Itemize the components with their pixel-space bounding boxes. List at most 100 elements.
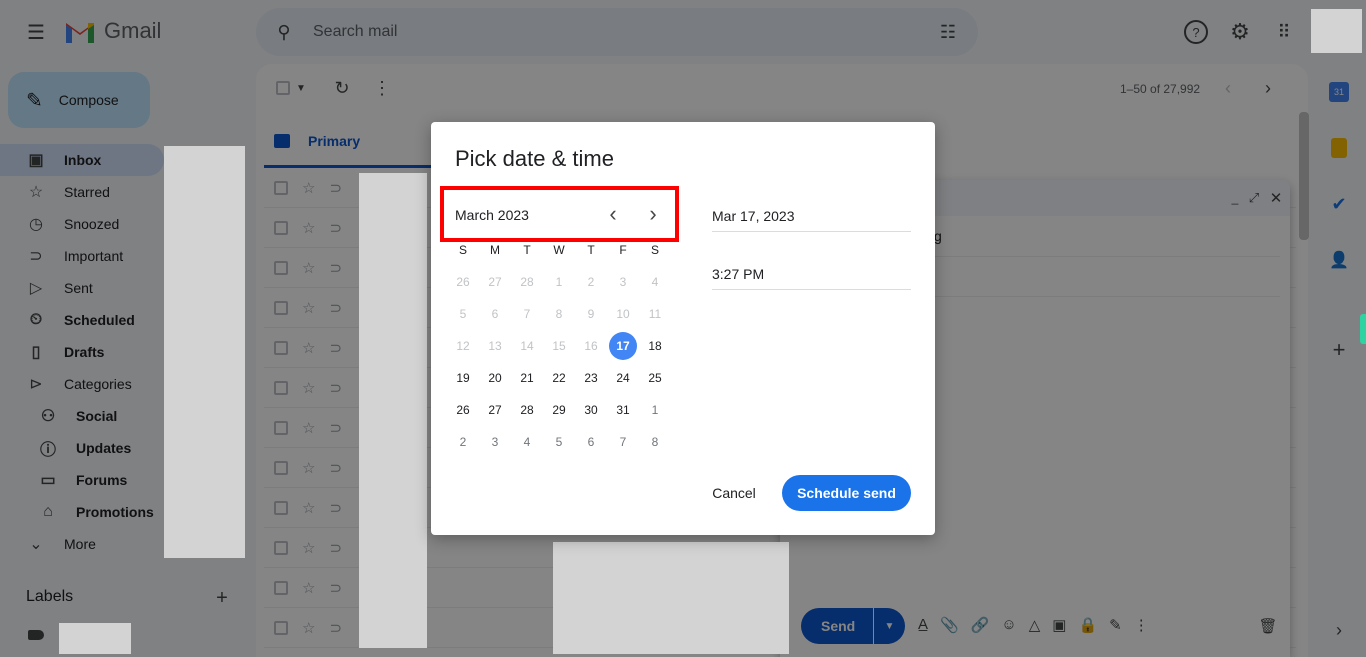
row-checkbox[interactable] (274, 380, 288, 395)
row-checkbox[interactable] (274, 300, 288, 315)
next-month-button[interactable]: › (641, 201, 665, 226)
row-checkbox[interactable] (274, 500, 288, 515)
drive-icon[interactable]: △ (1029, 616, 1041, 634)
signature-icon[interactable]: ✎ (1109, 616, 1122, 634)
sidebar-item-scheduled[interactable]: ⏲ Scheduled (0, 304, 164, 336)
calendar-day[interactable]: 2 (447, 426, 479, 458)
more-compose-options-icon[interactable]: ⋮ (1134, 616, 1149, 634)
sidebar-item-forums[interactable]: ▭ Forums (0, 464, 164, 496)
star-icon[interactable]: ☆ (302, 539, 315, 557)
confidential-icon[interactable]: 🔒 (1078, 616, 1097, 634)
scrollbar[interactable] (1299, 112, 1309, 240)
star-icon[interactable]: ☆ (302, 459, 315, 477)
calendar-day[interactable]: 25 (639, 362, 671, 394)
star-icon[interactable]: ☆ (302, 379, 315, 397)
row-checkbox[interactable] (274, 220, 288, 235)
select-all-checkbox[interactable] (276, 81, 290, 95)
tab-primary[interactable]: Primary (264, 116, 432, 168)
row-checkbox[interactable] (274, 420, 288, 435)
important-marker-icon[interactable]: ⊃ (329, 459, 342, 477)
sidebar-item-important[interactable]: ⊃ Important (0, 240, 164, 272)
send-button[interactable]: Send ▼ (801, 608, 905, 644)
older-page-icon[interactable]: › (1258, 78, 1278, 98)
calendar-day[interactable]: 31 (607, 394, 639, 426)
star-icon[interactable]: ☆ (302, 299, 315, 317)
search-options-icon[interactable]: ☷ (936, 20, 960, 44)
emoji-icon[interactable]: ☺ (1001, 616, 1016, 634)
text-format-icon[interactable]: A̲ (918, 616, 928, 634)
important-marker-icon[interactable]: ⊃ (329, 179, 342, 197)
selected-day[interactable]: 17 (609, 332, 637, 360)
sidebar-item-snoozed[interactable]: ◷ Snoozed (0, 208, 164, 240)
sidebar-item-categories[interactable]: ⊳ Categories (0, 368, 164, 400)
date-input[interactable]: Mar 17, 2023 (712, 208, 911, 232)
important-marker-icon[interactable]: ⊃ (329, 259, 342, 277)
main-menu-icon[interactable]: ☰ (20, 16, 52, 48)
calendar-day[interactable]: 22 (543, 362, 575, 394)
close-icon[interactable]: ✕ (1268, 190, 1284, 207)
sidebar-item-promotions[interactable]: ⌂ Promotions (0, 496, 164, 528)
sidebar-item-more[interactable]: ⌄ More (0, 528, 164, 560)
important-marker-icon[interactable]: ⊃ (329, 339, 342, 357)
calendar-day[interactable]: 5 (543, 426, 575, 458)
calendar-day[interactable]: 29 (543, 394, 575, 426)
important-marker-icon[interactable]: ⊃ (329, 419, 342, 437)
calendar-day[interactable]: 8 (639, 426, 671, 458)
calendar-day[interactable]: 20 (479, 362, 511, 394)
important-marker-icon[interactable]: ⊃ (329, 379, 342, 397)
star-icon[interactable]: ☆ (302, 619, 315, 637)
calendar-day[interactable]: 28 (511, 394, 543, 426)
calendar-day[interactable]: 3 (479, 426, 511, 458)
calendar-day[interactable]: 18 (639, 330, 671, 362)
show-side-panel-icon[interactable]: › (1327, 618, 1351, 642)
calendar-day[interactable]: 7 (607, 426, 639, 458)
calendar-day[interactable]: 23 (575, 362, 607, 394)
refresh-icon[interactable]: ↻ (332, 78, 352, 98)
search-icon[interactable]: ⚲ (272, 20, 296, 44)
sidebar-item-inbox[interactable]: ▣ Inbox (0, 144, 164, 176)
sidebar-item-drafts[interactable]: ▯ Drafts (0, 336, 164, 368)
add-label-icon[interactable]: + (210, 586, 234, 610)
contacts-icon[interactable]: 👤 (1329, 250, 1349, 270)
attach-icon[interactable]: 📎 (940, 616, 959, 634)
calendar-day[interactable]: 19 (447, 362, 479, 394)
apps-icon[interactable]: ⠿ (1272, 20, 1296, 44)
important-marker-icon[interactable]: ⊃ (329, 499, 342, 517)
sidebar-item-sent[interactable]: ▷ Sent (0, 272, 164, 304)
calendar-day[interactable]: 26 (447, 394, 479, 426)
side-panel-toggle-tab[interactable] (1360, 314, 1366, 344)
keep-icon[interactable] (1331, 138, 1347, 158)
previous-month-button[interactable]: ‹ (601, 201, 625, 226)
tasks-icon[interactable]: ✔ (1329, 194, 1349, 214)
row-checkbox[interactable] (274, 460, 288, 475)
important-marker-icon[interactable]: ⊃ (329, 539, 342, 557)
star-icon[interactable]: ☆ (302, 579, 315, 597)
newer-page-icon[interactable]: ‹ (1218, 78, 1238, 98)
row-checkbox[interactable] (274, 260, 288, 275)
send-options-icon[interactable]: ▼ (873, 608, 905, 644)
star-icon[interactable]: ☆ (302, 219, 315, 237)
calendar-day[interactable]: 30 (575, 394, 607, 426)
calendar-day[interactable]: 6 (575, 426, 607, 458)
row-checkbox[interactable] (274, 180, 288, 195)
important-marker-icon[interactable]: ⊃ (329, 619, 342, 637)
calendar-day[interactable]: 4 (511, 426, 543, 458)
calendar-day[interactable]: 24 (607, 362, 639, 394)
time-input[interactable]: 3:27 PM (712, 266, 911, 290)
settings-icon[interactable]: ⚙ (1228, 19, 1252, 44)
row-checkbox[interactable] (274, 340, 288, 355)
sidebar-item-starred[interactable]: ☆ Starred (0, 176, 164, 208)
discard-draft-icon[interactable]: 🗑 (1258, 616, 1278, 636)
calendar-day[interactable]: 21 (511, 362, 543, 394)
row-checkbox[interactable] (274, 580, 288, 595)
star-icon[interactable]: ☆ (302, 339, 315, 357)
more-options-icon[interactable]: ⋮ (372, 78, 392, 98)
row-checkbox[interactable] (274, 540, 288, 555)
search-input[interactable]: Search mail (313, 23, 397, 41)
important-marker-icon[interactable]: ⊃ (329, 579, 342, 597)
row-checkbox[interactable] (274, 620, 288, 635)
select-dropdown-icon[interactable]: ▼ (294, 80, 308, 96)
star-icon[interactable]: ☆ (302, 499, 315, 517)
calendar-day[interactable]: 1 (639, 394, 671, 426)
gmail-logo[interactable]: Gmail (64, 18, 161, 44)
